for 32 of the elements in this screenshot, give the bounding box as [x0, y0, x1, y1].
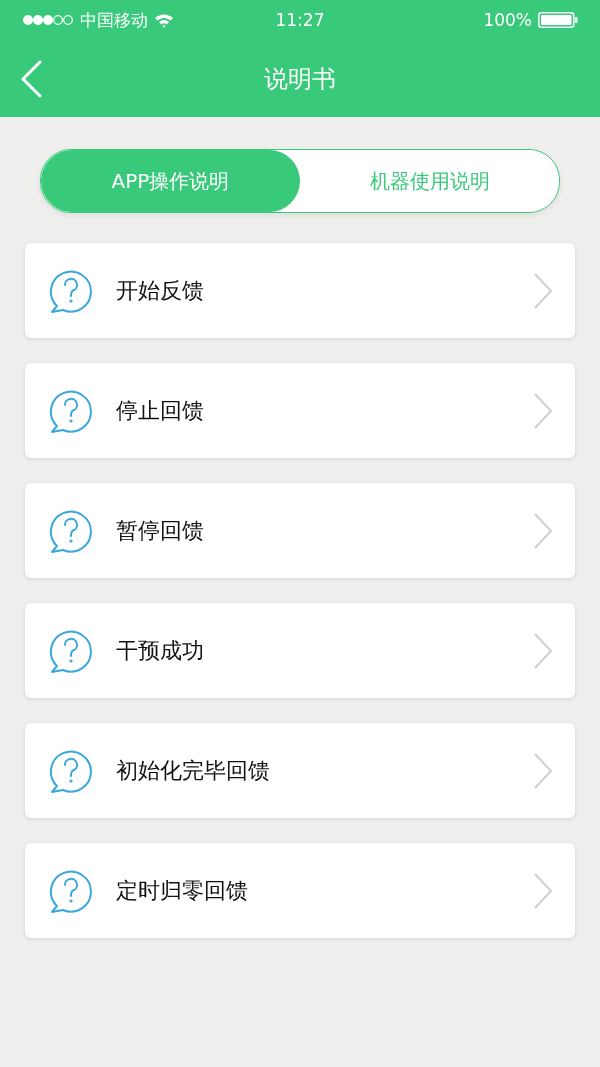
- chevron-right-icon: [533, 872, 553, 909]
- question-bubble-icon: [48, 267, 94, 314]
- signal-icon: [22, 14, 74, 26]
- help-item[interactable]: 停止回馈: [25, 363, 575, 458]
- battery-percent: 100%: [483, 10, 532, 30]
- chevron-right-icon: [533, 392, 553, 429]
- question-bubble-icon: [48, 627, 94, 674]
- back-button[interactable]: [20, 59, 44, 99]
- question-bubble-icon: [48, 867, 94, 914]
- help-item[interactable]: 干预成功: [25, 603, 575, 698]
- wifi-icon: [154, 12, 174, 28]
- status-time: 11:27: [275, 10, 325, 30]
- help-item[interactable]: 初始化完毕回馈: [25, 723, 575, 818]
- carrier-name: 中国移动: [80, 8, 148, 32]
- question-bubble-icon: [48, 507, 94, 554]
- item-label: 初始化完毕回馈: [116, 756, 271, 785]
- question-bubble-icon: [48, 387, 94, 434]
- item-label: 开始反馈: [116, 276, 205, 305]
- help-item[interactable]: 暂停回馈: [25, 483, 575, 578]
- item-label: 定时归零回馈: [116, 876, 249, 905]
- chevron-right-icon: [533, 752, 553, 789]
- item-label: 暂停回馈: [116, 516, 205, 545]
- battery-icon: [538, 12, 578, 28]
- help-item[interactable]: 定时归零回馈: [25, 843, 575, 938]
- question-bubble-icon: [48, 747, 94, 794]
- chevron-right-icon: [533, 272, 553, 309]
- item-label: 停止回馈: [116, 396, 205, 425]
- page-title: 说明书: [264, 63, 336, 95]
- chevron-right-icon: [533, 512, 553, 549]
- help-item[interactable]: 开始反馈: [25, 243, 575, 338]
- chevron-right-icon: [533, 632, 553, 669]
- item-label: 干预成功: [116, 636, 205, 665]
